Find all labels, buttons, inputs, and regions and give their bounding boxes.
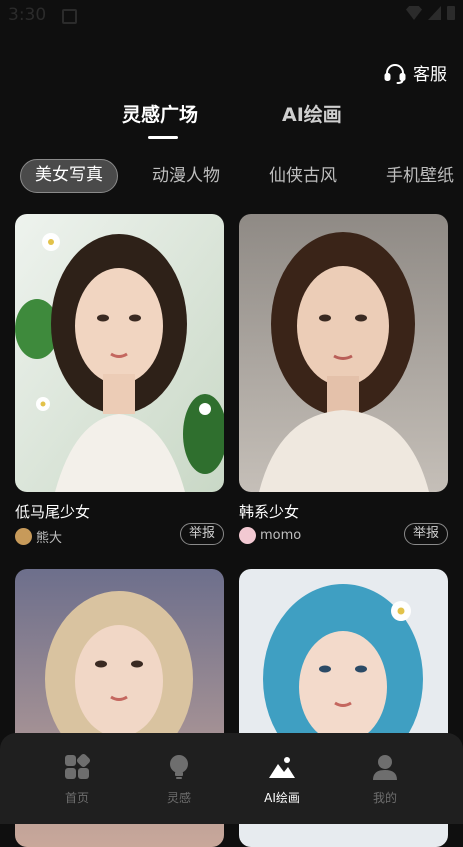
nav-ai-drawing[interactable]: AI绘画 <box>242 753 322 806</box>
user-icon <box>373 755 397 780</box>
notification-icon <box>62 9 77 24</box>
card-author[interactable]: 熊大 <box>15 527 62 546</box>
author-name: momo <box>260 528 302 543</box>
customer-service-label: 客服 <box>413 65 447 85</box>
bottom-nav: 首页 灵感 AI绘画 我的 <box>0 733 463 824</box>
wifi-icon <box>406 6 422 20</box>
tab-inspiration-square[interactable]: 灵感广场 <box>122 100 198 127</box>
report-button[interactable]: 举报 <box>179 523 224 545</box>
grid-icon <box>65 753 91 779</box>
card-title: 低马尾少女 <box>15 503 91 521</box>
image-icon <box>269 757 295 778</box>
avatar <box>239 527 256 544</box>
nav-home-label: 首页 <box>64 791 89 805</box>
artwork-image[interactable] <box>239 214 448 492</box>
status-icons <box>406 6 455 20</box>
category-chip-xianxia[interactable]: 仙侠古风 <box>269 159 337 193</box>
tab-ai-drawing[interactable]: AI绘画 <box>282 100 342 127</box>
active-tab-indicator <box>148 136 178 139</box>
status-bar: 3:30 <box>0 0 463 32</box>
nav-inspiration[interactable]: 灵感 <box>139 753 219 806</box>
customer-service-button[interactable]: 客服 <box>383 60 447 85</box>
artwork-image[interactable] <box>15 214 224 492</box>
card-title: 韩系少女 <box>239 503 300 521</box>
nav-inspiration-label: 灵感 <box>166 791 191 805</box>
nav-mine[interactable]: 我的 <box>345 753 425 806</box>
category-chip-wallpaper[interactable]: 手机壁纸 <box>386 159 454 193</box>
bulb-icon <box>170 755 188 779</box>
report-button[interactable]: 举报 <box>403 523 448 545</box>
battery-icon <box>447 6 455 20</box>
category-row: 美女写真 动漫人物 仙侠古风 手机壁纸 <box>0 159 463 193</box>
author-name: 熊大 <box>36 531 63 546</box>
card-author[interactable]: momo <box>239 527 301 544</box>
nav-mine-label: 我的 <box>372 791 397 805</box>
top-tabs: 灵感广场 AI绘画 <box>0 100 463 146</box>
nav-home[interactable]: 首页 <box>37 753 117 806</box>
signal-icon <box>428 6 441 20</box>
category-chip-anime[interactable]: 动漫人物 <box>152 159 220 193</box>
status-time: 3:30 <box>8 5 47 25</box>
avatar <box>15 528 32 545</box>
headset-icon <box>384 63 406 84</box>
nav-ai-drawing-label: AI绘画 <box>264 791 300 805</box>
category-chip-beauty[interactable]: 美女写真 <box>20 159 118 193</box>
